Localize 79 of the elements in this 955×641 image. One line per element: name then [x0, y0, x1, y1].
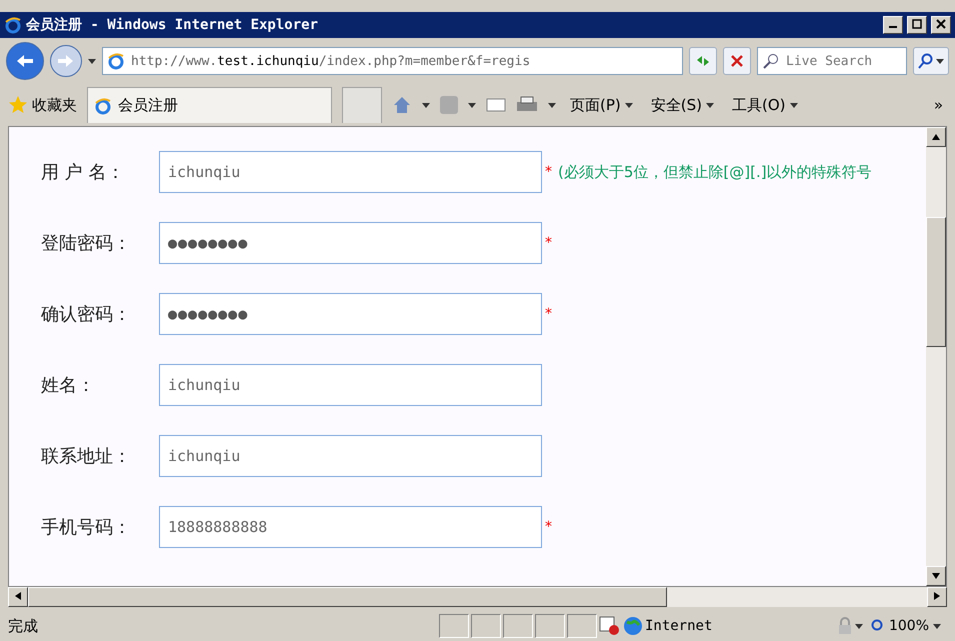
field-label: 联系地址：: [41, 445, 132, 468]
required-mark: *: [545, 235, 552, 251]
close-icon: [730, 54, 744, 68]
zoom-button[interactable]: 100%: [864, 618, 947, 634]
window-title: 会员注册 - Windows Internet Explorer: [26, 16, 320, 34]
down-arrow-icon: [932, 573, 940, 579]
field-label: 手机号码：: [41, 516, 132, 539]
minimize-icon: [889, 26, 897, 28]
browser-tab[interactable]: 会员注册: [87, 87, 332, 123]
security-zone: Internet: [644, 618, 714, 634]
back-arrow-icon: [15, 53, 35, 69]
history-caret-icon: [88, 58, 96, 64]
caret-icon: [933, 624, 941, 628]
text-field[interactable]: ichunqiu: [159, 364, 542, 406]
text-field[interactable]: ●●●●●●●●: [159, 222, 542, 264]
ie-logo-icon: [4, 16, 22, 34]
close-button[interactable]: [931, 16, 951, 34]
field-label: 确认密码：: [41, 303, 132, 326]
address-field[interactable]: http://www.test.ichunqiu/index.php?m=member&f=regis: [102, 47, 683, 75]
refresh-button[interactable]: [689, 47, 717, 75]
command-menu[interactable]: 页面(P): [566, 96, 637, 114]
caret-icon: [548, 102, 556, 108]
close-icon: [936, 18, 946, 28]
forward-button[interactable]: [50, 45, 82, 77]
status-pane: [534, 614, 565, 638]
caret-icon: [624, 102, 633, 108]
field-hint: (必须大于5位，但禁止除[@][.]以外的特殊符号: [558, 162, 872, 182]
command-menu[interactable]: 安全(S): [646, 96, 718, 114]
up-arrow-icon: [932, 134, 940, 140]
star-icon: [8, 95, 28, 115]
caret-icon: [790, 102, 798, 108]
command-menu[interactable]: 工具(O): [728, 96, 802, 114]
scrollbar-thumb[interactable]: [28, 587, 667, 607]
scroll-up-button[interactable]: [926, 127, 946, 147]
required-mark: *: [545, 164, 552, 180]
blocked-popup-icon: [598, 616, 621, 636]
status-pane: [470, 614, 501, 638]
text-field[interactable]: ichunqiu: [159, 435, 542, 477]
search-button[interactable]: [913, 47, 949, 75]
field-label: 姓名：: [41, 374, 96, 397]
scroll-down-button[interactable]: [926, 566, 946, 586]
caret-icon: [854, 624, 863, 628]
stop-button[interactable]: [723, 47, 751, 75]
caret-icon: [706, 102, 714, 108]
text-field[interactable]: ichunqiu: [159, 151, 542, 193]
caret-icon: [468, 102, 476, 108]
favorites-button[interactable]: 收藏夹: [8, 95, 77, 115]
left-arrow-icon: [15, 592, 21, 600]
horizontal-scrollbar[interactable]: [8, 587, 947, 607]
scroll-right-button[interactable]: [927, 587, 947, 607]
status-pane: [438, 614, 469, 638]
scroll-left-button[interactable]: [8, 587, 28, 607]
forward-arrow-icon: [57, 54, 75, 68]
maximize-icon: [912, 18, 922, 28]
status-pane: [566, 614, 597, 638]
required-mark: *: [545, 306, 552, 322]
caret-icon: [936, 58, 944, 64]
refresh-icon: [695, 54, 711, 68]
globe-icon: [622, 616, 643, 636]
scrollbar-thumb[interactable]: [926, 217, 946, 347]
required-mark: *: [545, 519, 552, 535]
text-field[interactable]: 18888888888: [159, 506, 542, 548]
maximize-button[interactable]: [907, 16, 927, 34]
text-field[interactable]: ●●●●●●●●: [159, 293, 542, 335]
vertical-scrollbar[interactable]: [926, 127, 946, 586]
status-text: 完成: [8, 616, 39, 636]
minimize-button[interactable]: [883, 16, 903, 34]
ie-logo-icon: [94, 96, 112, 114]
print-icon[interactable]: [516, 96, 538, 114]
search-icon: [918, 53, 934, 69]
field-label: 用 户 名：: [41, 161, 126, 184]
field-label: 登陆密码：: [41, 232, 132, 255]
caret-icon: [422, 102, 430, 108]
search-field[interactable]: Live Search: [757, 47, 907, 75]
more-button[interactable]: »: [930, 96, 947, 114]
status-pane: [502, 614, 533, 638]
back-button[interactable]: [6, 42, 44, 80]
right-arrow-icon: [934, 592, 940, 600]
ie-logo-icon: [107, 52, 125, 70]
